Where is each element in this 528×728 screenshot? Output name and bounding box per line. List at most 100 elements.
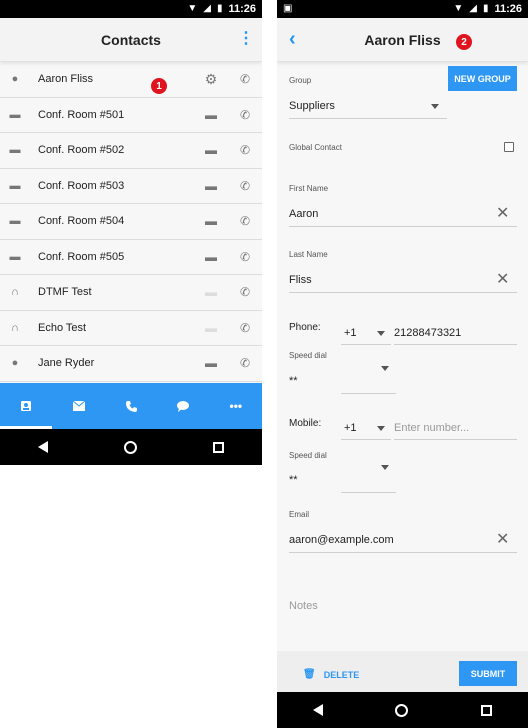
phone-icon[interactable]: ✆ [228,143,262,157]
chevron-down-icon[interactable] [431,104,439,109]
signal-icon: ◢ [203,3,211,14]
phone-speed-dial-underline[interactable] [341,393,396,394]
wifi-icon: ▼ [453,3,464,14]
phone-icon[interactable]: ✆ [228,285,262,299]
chat-icon: ▬ [9,179,21,192]
nav-phone[interactable] [105,383,157,429]
mobile-country-code[interactable]: +1 [344,422,357,434]
system-nav [277,692,528,728]
mobile-speed-dial-value: ** [289,474,298,486]
more-vert-icon[interactable]: ⋮ [238,31,254,47]
group-select-underline [289,118,447,119]
group-label: Group [289,76,312,85]
first-name-field[interactable]: Aaron [289,208,318,220]
mobile-speed-dial-label: Speed dial [289,451,327,460]
chat-icon[interactable]: ▬ [194,214,228,228]
recent-apps-icon[interactable] [480,704,492,716]
last-name-label: Last Name [289,250,328,259]
list-item[interactable]: ∩ Echo Test ▬ ✆ [0,311,262,346]
home-icon[interactable] [395,703,409,717]
clear-email-icon[interactable]: ✕ [496,532,509,548]
list-item[interactable]: ● Jane Ryder ▬ ✆ [0,346,262,382]
back-icon[interactable] [38,441,48,453]
phone-icon[interactable]: ✆ [228,356,262,370]
battery-icon: ▮ [482,3,489,14]
list-item[interactable]: ∩ DTMF Test ▬ ✆ [0,275,262,311]
delete-button[interactable]: 🗑 DELETE [303,669,359,680]
chat-icon[interactable]: ▬ [194,179,228,193]
contact-name: Jane Ryder [38,357,95,370]
recent-apps-icon[interactable] [213,441,224,453]
contacts-screen: ▼ ◢ ▮ 11:26 Contacts ⋮ ● Aaron Fliss ⚙ ✆ ▬ Co… [0,0,262,465]
status-time: 11:26 [494,3,522,15]
last-name-field[interactable]: Fliss [289,274,312,286]
chat-icon[interactable]: ▬ [194,108,228,122]
phone-icon[interactable]: ✆ [228,179,262,193]
new-group-button[interactable]: NEW GROUP [448,66,517,91]
chat-icon: ▬ [9,215,21,228]
list-item[interactable]: ▬ Conf. Room #502 ▬ ✆ [0,133,262,169]
phone-number-field[interactable]: 21288473321 [394,327,461,339]
app-bar: Contacts ⋮ [0,18,262,62]
nav-contacts[interactable] [0,383,53,429]
contact-list: ● Aaron Fliss ⚙ ✆ ▬ Conf. Room #501 ▬ ✆ ▬ Conf. R… [0,62,262,382]
clear-last-name-icon[interactable]: ✕ [496,272,509,288]
mobile-number-underline [394,439,517,440]
chat-icon: ▬ [9,250,21,263]
home-icon[interactable] [124,440,137,454]
submit-button[interactable]: SUBMIT [459,661,517,686]
mobile-speed-dial-underline[interactable] [341,492,396,493]
mobile-number-field[interactable]: Enter number... [394,422,469,434]
list-item[interactable]: ▬ Conf. Room #505 ▬ ✆ [0,240,262,275]
signal-icon: ◢ [469,3,477,14]
chevron-down-icon[interactable] [377,426,385,431]
list-item[interactable]: ▬ Conf. Room #503 ▬ ✆ [0,169,262,204]
chevron-left-icon[interactable]: ‹ [289,28,296,51]
phone-icon[interactable]: ✆ [228,214,262,228]
chat-icon[interactable]: ▬ [194,356,228,370]
chat-icon[interactable]: ▬ [194,143,228,157]
annotation-badge: 1 [151,78,167,94]
phone-label: Phone: [289,322,321,333]
list-item[interactable]: ▬ Conf. Room #504 ▬ ✆ [0,204,262,240]
chevron-down-icon[interactable] [381,465,389,470]
email-label: Email [289,510,310,519]
chat-icon[interactable]: ▬ [194,285,228,299]
person-icon: ● [11,73,19,86]
back-icon[interactable] [313,704,324,716]
gear-icon[interactable]: ⚙ [194,71,228,88]
list-item[interactable]: ● Aaron Fliss ⚙ ✆ [0,62,262,98]
nav-mail[interactable] [52,383,104,429]
global-contact-label: Global Contact [289,143,342,152]
status-time: 11:26 [228,3,256,15]
phone-icon[interactable]: ✆ [228,108,262,122]
phone-country-code[interactable]: +1 [344,327,357,339]
mobile-country-underline [341,439,391,440]
contact-name: Conf. Room #503 [38,179,125,192]
email-field[interactable]: aaron@example.com [289,534,394,546]
notes-field[interactable]: Notes [289,600,318,612]
bottom-nav: ••• [0,383,262,429]
clear-first-name-icon[interactable]: ✕ [496,206,509,222]
phone-icon[interactable]: ✆ [228,321,262,335]
form-footer: 🗑 DELETE SUBMIT [277,651,528,692]
page-title: Aaron Fliss [364,31,441,48]
mobile-label: Mobile: [289,418,322,429]
nav-chat[interactable] [157,383,209,429]
phone-icon[interactable]: ✆ [228,72,262,86]
contact-name: Conf. Room #505 [38,250,125,263]
chat-icon: ▬ [9,144,21,157]
phone-icon[interactable]: ✆ [228,250,262,264]
chat-icon[interactable]: ▬ [194,250,228,264]
list-item[interactable]: ▬ Conf. Room #501 ▬ ✆ [0,98,262,133]
chat-icon[interactable]: ▬ [194,321,228,335]
mail-icon [72,401,85,411]
global-contact-checkbox[interactable] [504,142,514,152]
phone-speed-dial-value: ** [289,375,298,387]
chevron-down-icon[interactable] [377,331,385,336]
nav-more[interactable]: ••• [210,383,262,429]
chat-icon [177,400,190,412]
chevron-down-icon[interactable] [381,366,389,371]
group-select-value[interactable]: Suppliers [289,100,335,112]
system-nav [0,429,262,465]
